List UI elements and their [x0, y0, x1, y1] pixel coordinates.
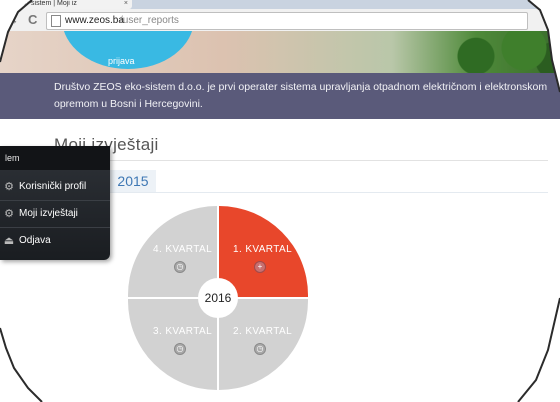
- quarter-2-label: 2. KVARTAL: [233, 326, 293, 337]
- profile-gear-icon: ⚙: [4, 181, 14, 193]
- reload-icon[interactable]: C: [28, 12, 37, 28]
- quarter-2-history-icon[interactable]: ◷: [254, 343, 266, 355]
- browser-toolbar: → C www.zeos.ba /user_reports: [0, 9, 560, 32]
- company-info-bar: Društvo ZEOS eko-sistem d.o.o. je prvi o…: [0, 73, 560, 119]
- reports-gear-icon: ⚙: [4, 208, 14, 220]
- forward-arrow-icon[interactable]: →: [6, 12, 19, 28]
- trees-image: [440, 31, 560, 73]
- page-icon: [51, 15, 61, 27]
- user-dropdown-menu: lem ⚙ Korisnički profil ⚙ Moji izvještaj…: [0, 146, 110, 260]
- menu-item-reports[interactable]: ⚙ Moji izvještaji: [0, 201, 110, 228]
- browser-tab[interactable]: s eko-sistem | Moji iz ×: [8, 0, 132, 9]
- year-divider: [54, 192, 548, 193]
- url-path: /user_reports: [120, 15, 179, 26]
- address-bar[interactable]: www.zeos.ba /user_reports: [46, 12, 528, 30]
- quarter-4-label: 4. KVARTAL: [153, 244, 213, 255]
- menu-item-profile-label: Korisnički profil: [19, 181, 87, 192]
- menu-item-reports-label: Moji izvještaji: [19, 208, 78, 219]
- tab-close-icon[interactable]: ×: [124, 0, 128, 8]
- company-description: Društvo ZEOS eko-sistem d.o.o. je prvi o…: [54, 81, 548, 110]
- tab-title: s eko-sistem | Moji iz: [12, 0, 77, 7]
- menu-item-profile[interactable]: ⚙ Korisnički profil: [0, 174, 110, 201]
- registration-label[interactable]: prijava: [108, 56, 135, 66]
- title-divider: [54, 160, 548, 161]
- logout-icon: ⏏: [3, 235, 15, 247]
- quarter-wheel: 4. KVARTAL ◷ 1. KVARTAL + 3. KVARTAL ◷ 2…: [128, 206, 308, 390]
- year-tab-2015[interactable]: 2015: [110, 170, 156, 192]
- menu-item-logout[interactable]: ⏏ Odjava: [0, 228, 110, 254]
- quarter-1-label: 1. KVARTAL: [233, 244, 293, 255]
- user-menu-header: lem: [0, 146, 110, 170]
- wheel-year-2016[interactable]: 2016: [198, 278, 238, 318]
- quarter-4-history-icon[interactable]: ◷: [174, 261, 186, 273]
- quarter-1-plus-icon[interactable]: +: [254, 261, 266, 273]
- browser-tabstrip: s eko-sistem | Moji iz ×: [0, 0, 560, 9]
- quarter-3-history-icon[interactable]: ◷: [174, 343, 186, 355]
- quarter-2-segment[interactable]: 2. KVARTAL ◷: [219, 299, 308, 390]
- url-host: www.zeos.ba: [65, 15, 124, 26]
- menu-item-logout-label: Odjava: [19, 235, 51, 246]
- quarter-3-label: 3. KVARTAL: [153, 326, 213, 337]
- hero-banner: prijava: [0, 31, 560, 73]
